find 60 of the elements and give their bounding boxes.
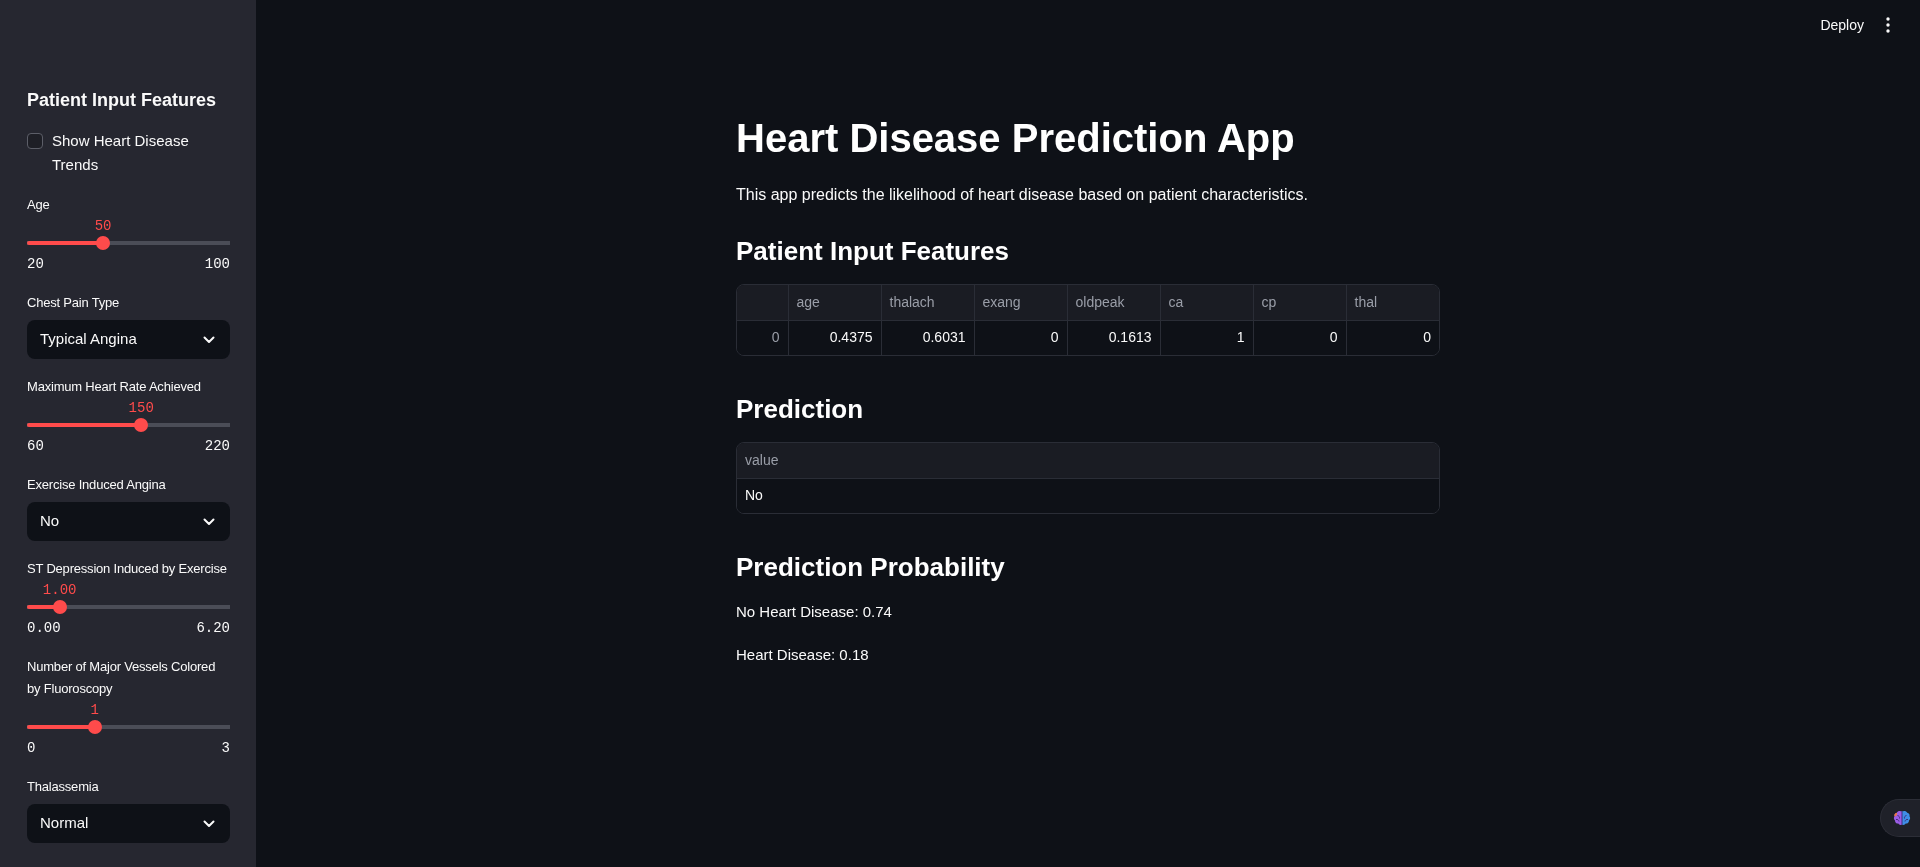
column-header[interactable]: ca [1160, 285, 1253, 320]
slider-label: Maximum Heart Rate Achieved [27, 378, 202, 396]
select-label: Exercise Induced Angina [27, 476, 167, 494]
table-cell: 0 [974, 320, 1067, 355]
select-label: Chest Pain Type [27, 294, 121, 312]
select-field[interactable]: Normal [27, 804, 230, 843]
probability-text: No Heart Disease: 0.74 [736, 602, 893, 622]
slider-label: ST Depression Induced by Exercise [27, 560, 228, 578]
checkbox-label: Show Heart Disease Trends [52, 131, 190, 175]
slider-label: Number of Major Vessels Colored by Fluoroscopy [27, 658, 217, 698]
table-cell: 1 [1160, 320, 1253, 355]
select-label: Thalassemia [27, 778, 100, 796]
slider-max-label: 6.20 [196, 619, 230, 638]
description-text: This app predicts the likelihood of heart disease based on patient characteristics. [736, 185, 1309, 205]
slider-min-label: 20 [27, 255, 44, 274]
chevron-down-icon [203, 819, 215, 828]
slider-label: Age [27, 196, 51, 214]
table-cell: 0.1613 [1067, 320, 1160, 355]
table-cell: 0 [1253, 320, 1346, 355]
brain-icon [1893, 810, 1911, 826]
page-title: Heart Disease Prediction App [736, 115, 1296, 162]
column-header[interactable]: value [737, 443, 1439, 478]
column-header[interactable]: thalach [881, 285, 974, 320]
slider-min-label: 60 [27, 437, 44, 456]
select-field[interactable]: Typical Angina [27, 320, 230, 359]
column-header[interactable]: thal [1346, 285, 1439, 320]
probability-text: Heart Disease: 0.18 [736, 645, 870, 665]
slider-max-label: 100 [204, 255, 230, 274]
slider-value: 150 [128, 399, 154, 418]
section-heading: Prediction Probability [736, 552, 1006, 583]
deploy-button[interactable]: Deploy [1812, 10, 1872, 40]
table-cell: No [737, 478, 1439, 513]
sidebar-title: Patient Input Features [27, 89, 218, 112]
slider-thumb[interactable] [52, 600, 67, 614]
section-heading: Patient Input Features [736, 236, 1011, 267]
slider-value: 1.00 [42, 581, 77, 600]
column-header[interactable]: cp [1253, 285, 1346, 320]
slider-min-label: 0.00 [27, 619, 61, 638]
column-header[interactable]: age [788, 285, 881, 320]
slider-max-label: 220 [204, 437, 230, 456]
select-field[interactable]: No [27, 502, 230, 541]
slider-thumb[interactable] [134, 418, 149, 432]
chevron-down-icon [203, 335, 215, 344]
slider-min-label: 0 [27, 739, 36, 758]
checkbox[interactable] [27, 133, 43, 149]
section-heading: Prediction [736, 394, 865, 425]
slider-value: 50 [94, 217, 112, 236]
slider-thumb[interactable] [96, 236, 111, 250]
vertical-dots-icon [1886, 17, 1890, 33]
table-cell: 0.6031 [881, 320, 974, 355]
table-cell: 0 [1346, 320, 1439, 355]
table-cell: 0.4375 [788, 320, 881, 355]
column-header[interactable]: exang [974, 285, 1067, 320]
row-index-cell: 0 [737, 320, 788, 355]
floating-action-button[interactable] [1880, 799, 1920, 837]
chevron-down-icon [203, 517, 215, 526]
slider-max-label: 3 [221, 739, 230, 758]
column-header[interactable]: oldpeak [1067, 285, 1160, 320]
slider-value: 1 [90, 701, 99, 720]
slider-thumb[interactable] [87, 720, 102, 734]
